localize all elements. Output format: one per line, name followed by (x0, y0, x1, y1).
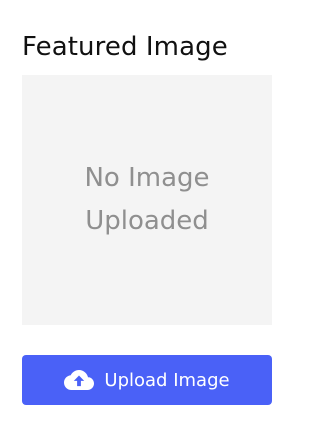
cloud-upload-icon (64, 370, 95, 390)
featured-image-title: Featured Image (22, 32, 228, 62)
image-placeholder: No Image Uploaded (22, 75, 272, 325)
placeholder-line-2: Uploaded (85, 206, 209, 236)
upload-button-label: Upload Image (104, 369, 230, 391)
upload-image-button[interactable]: Upload Image (22, 355, 272, 405)
placeholder-message: No Image Uploaded (84, 157, 209, 243)
placeholder-line-1: No Image (84, 163, 210, 193)
